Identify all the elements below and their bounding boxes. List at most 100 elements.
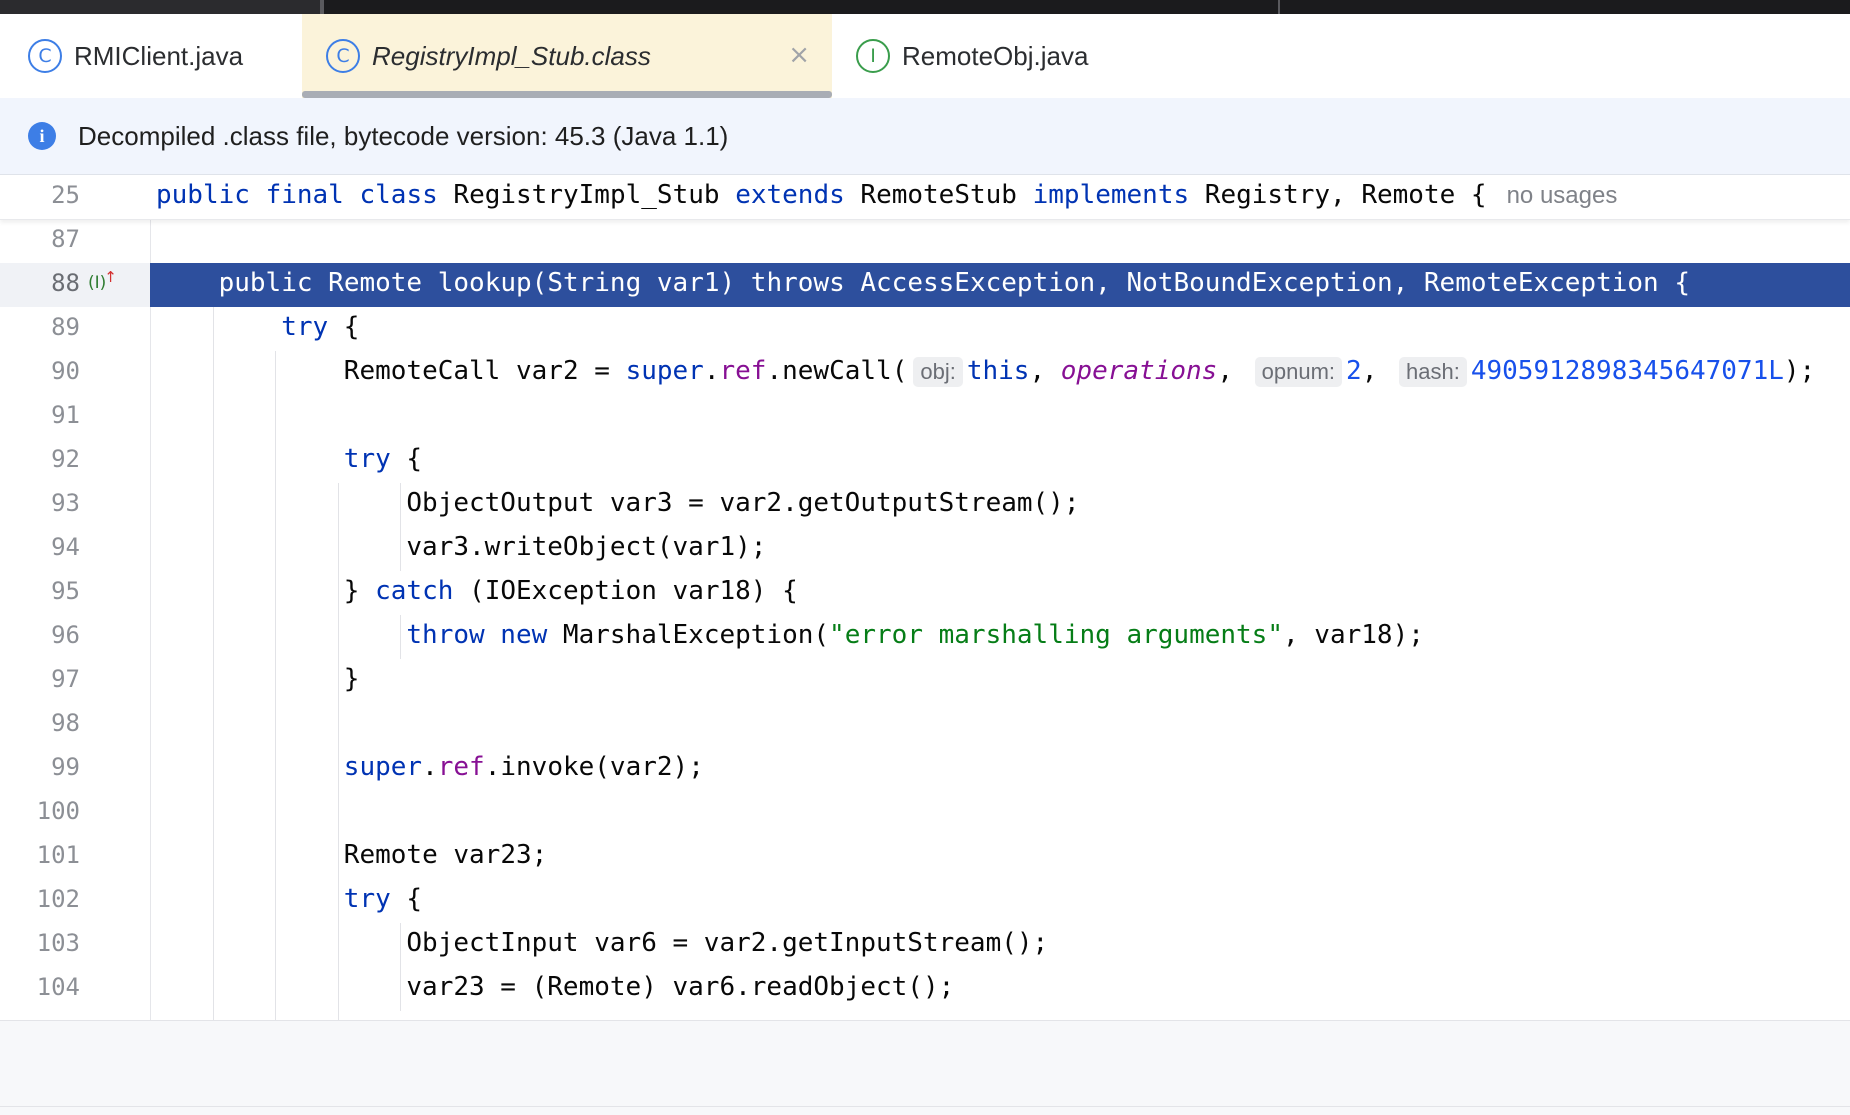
line-number: 92 <box>51 445 80 473</box>
code-token: try <box>343 884 391 914</box>
code-token: Remote var23; <box>343 840 548 870</box>
code-line[interactable]: 91 <box>0 395 1850 439</box>
tab-label: RegistryImpl_Stub.class <box>372 40 651 71</box>
implements-method-icon[interactable]: (I)↑ <box>88 268 119 293</box>
code-token: super <box>625 356 704 386</box>
sticky-class-header[interactable]: 25 public final class RegistryImpl_Stub … <box>0 175 1850 220</box>
banner-text: Decompiled .class file, bytecode version… <box>78 120 729 151</box>
code-token: operations <box>1060 356 1218 386</box>
line-number: 99 <box>51 753 80 781</box>
code-line[interactable]: 97} <box>0 659 1850 703</box>
code-token: (IOException var18) { <box>453 576 798 606</box>
code-line-text: } catch (IOException var18) { <box>344 576 798 606</box>
code-line[interactable]: 99 super.ref.invoke(var2); <box>0 747 1850 791</box>
code-token: . <box>422 752 438 782</box>
code-line[interactable]: 92 try { <box>0 439 1850 483</box>
tab-registryimpl-stub[interactable]: C RegistryImpl_Stub.class × <box>302 14 832 98</box>
code-line[interactable]: 93 ObjectOutput var3 = var2.getOutputStre… <box>0 483 1850 527</box>
code-token: ref <box>719 356 767 386</box>
code-token: . <box>703 356 720 386</box>
line-number: 91 <box>51 401 80 429</box>
code-token: super <box>343 752 423 782</box>
code-line-text: try { <box>344 444 422 474</box>
tab-rmiclient[interactable]: C RMIClient.java <box>0 14 302 98</box>
code-token: "error marshalling arguments" <box>829 620 1283 650</box>
code-token: catch <box>375 576 454 606</box>
code-token: RemoteCall var2 = <box>343 356 626 386</box>
code-token: 4905912898345647071L <box>1470 356 1784 386</box>
code-line[interactable]: 96 throw new MarshalException("error mars… <box>0 615 1850 659</box>
line-number: 98 <box>51 709 80 737</box>
code-line[interactable]: 87 <box>0 219 1850 263</box>
code-line-text: RemoteCall var2 = super.ref.newCall(obj:… <box>344 356 1815 387</box>
code-token: ObjectOutput var3 = var2.getOutputStream… <box>406 488 1080 518</box>
code-line[interactable]: 104 var23 = (Remote) var6.readObject(); <box>0 967 1850 1011</box>
code-token: , var18); <box>1283 620 1424 650</box>
code-line-selected[interactable]: 88 (I)↑ public Remote lookup(String var1) … <box>0 263 1850 307</box>
line-number: 104 <box>36 973 80 1001</box>
usages-hint[interactable]: no usages <box>1507 182 1618 209</box>
class-compiled-icon: C <box>326 39 360 73</box>
code-line-text: try { <box>344 884 422 914</box>
code-token: MarshalException( <box>547 620 830 650</box>
tab-label: RMIClient.java <box>74 40 244 71</box>
code-line[interactable]: 89 try { <box>0 307 1850 351</box>
close-icon[interactable]: × <box>788 40 810 70</box>
code-token: { <box>390 444 423 474</box>
code-line[interactable]: 95} catch (IOException var18) { <box>0 571 1850 615</box>
code-token: , <box>1029 356 1061 386</box>
info-icon: i <box>28 122 56 150</box>
code-token: { <box>328 312 360 342</box>
code-token: ); <box>1783 356 1816 386</box>
code-line-text: var23 = (Remote) var6.readObject(); <box>406 972 954 1002</box>
code-token: Registry, Remote { <box>1189 180 1487 210</box>
code-token: public final class <box>156 180 438 210</box>
code-token: implements <box>1032 180 1190 210</box>
code-line-text: var3.writeObject(var1); <box>406 532 766 562</box>
class-runnable-icon: C <box>28 39 62 73</box>
code-token: ref <box>437 752 485 782</box>
line-number: 102 <box>36 885 80 913</box>
code-token: , <box>1361 356 1393 386</box>
editor-tab-bar: C RMIClient.java C RegistryImpl_Stub.cla… <box>0 14 1850 100</box>
decompiled-info-banner: i Decompiled .class file, bytecode versi… <box>0 98 1850 175</box>
code-token: extends <box>735 180 845 210</box>
line-number: 100 <box>36 797 80 825</box>
code-token: 2 <box>1346 356 1362 386</box>
arrow-up-icon: ↑ <box>104 268 117 286</box>
code-line-text: Remote var23; <box>344 840 548 870</box>
code-token: try <box>343 444 391 474</box>
line-number: 89 <box>51 313 80 341</box>
parameter-hint: obj: <box>913 357 963 387</box>
code-line[interactable]: 94 var3.writeObject(var1); <box>0 527 1850 571</box>
code-line[interactable]: 102 try { <box>0 879 1850 923</box>
code-token: } <box>343 576 376 606</box>
line-number: 87 <box>51 225 80 253</box>
code-line[interactable]: 98 <box>0 703 1850 747</box>
code-token: } <box>343 664 360 694</box>
line-number: 25 <box>51 181 80 209</box>
code-token: .newCall( <box>766 356 908 386</box>
line-number: 96 <box>51 621 80 649</box>
code-line-text: try { <box>281 312 359 342</box>
code-line[interactable]: 100 <box>0 791 1850 835</box>
line-number: 103 <box>36 929 80 957</box>
code-line-text: super.ref.invoke(var2); <box>344 752 704 782</box>
editor-bottom-area <box>0 1020 1850 1115</box>
line-number: 93 <box>51 489 80 517</box>
line-number: 94 <box>51 533 80 561</box>
code-token: var3.writeObject(var1); <box>406 532 767 562</box>
tab-label: RemoteObj.java <box>902 40 1089 71</box>
code-token: throw new <box>406 620 548 650</box>
tab-remoteobj[interactable]: I RemoteObj.java <box>832 14 1132 98</box>
code-token: RegistryImpl_Stub <box>437 180 736 210</box>
code-token: ObjectInput var6 = var2.getInputStream()… <box>406 928 1049 958</box>
code-line-text: ObjectOutput var3 = var2.getOutputStream… <box>406 488 1079 518</box>
code-line-text: public final class RegistryImpl_Stub ext… <box>156 180 1617 210</box>
code-line[interactable]: 101 Remote var23; <box>0 835 1850 879</box>
code-line[interactable]: 90 RemoteCall var2 = super.ref.newCall(ob… <box>0 351 1850 395</box>
code-token: var23 = (Remote) var6.readObject(); <box>406 972 955 1002</box>
code-line[interactable]: 103 ObjectInput var6 = var2.getInputStrea… <box>0 923 1850 967</box>
code-editor[interactable]: 25 public final class RegistryImpl_Stub … <box>0 175 1850 1020</box>
active-tab-indicator <box>302 91 832 98</box>
